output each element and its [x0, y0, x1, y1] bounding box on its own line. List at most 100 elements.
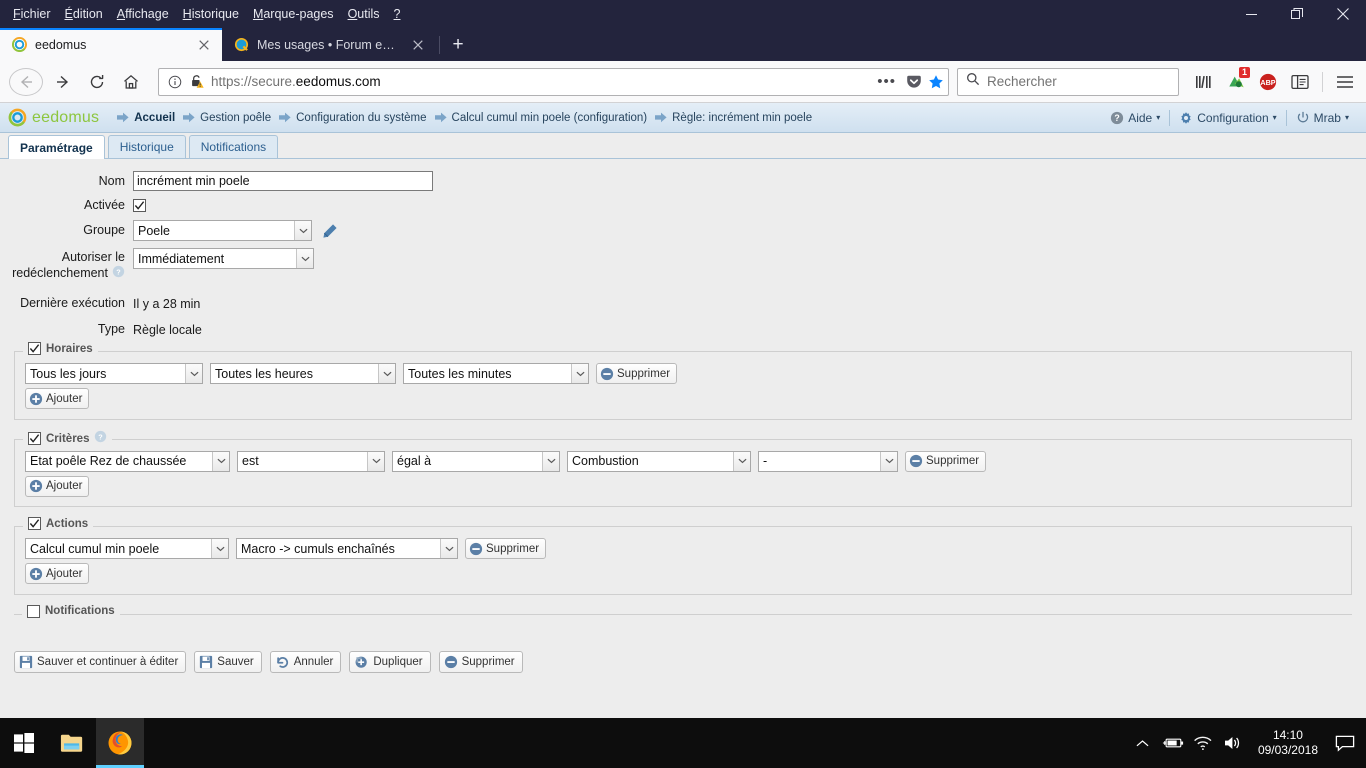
- actions-add-button[interactable]: Ajouter: [25, 563, 90, 584]
- menu-historique[interactable]: Historique: [176, 4, 246, 24]
- user-menu[interactable]: Mrab ▾: [1287, 111, 1358, 125]
- configuration-menu-label: Configuration: [1197, 110, 1269, 125]
- groupe-select[interactable]: Poele: [133, 220, 312, 241]
- menu-outils[interactable]: Outils: [341, 4, 387, 24]
- lock-warning-icon[interactable]: [189, 74, 205, 90]
- horaires-minutes-select[interactable]: Toutes les minutes: [403, 363, 589, 384]
- actions-command-select[interactable]: Macro -> cumuls enchaînés: [236, 538, 458, 559]
- star-icon-filled[interactable]: [928, 74, 944, 90]
- menu-marque-pages[interactable]: Marque-pages: [246, 4, 341, 24]
- nom-input[interactable]: [133, 171, 433, 191]
- tab-strip: eedomus Mes usages • Forum eedomus +: [0, 28, 1366, 61]
- new-tab-button[interactable]: +: [443, 29, 473, 59]
- criteres-value-select[interactable]: Combustion: [567, 450, 751, 472]
- breadcrumb-item-regle[interactable]: Règle: incrément min poele: [655, 112, 812, 124]
- actions-checkbox[interactable]: [28, 517, 41, 530]
- battery-icon[interactable]: [1158, 718, 1188, 768]
- chevron-down-icon: [296, 249, 313, 268]
- actions-target-select[interactable]: Calcul cumul min poele: [25, 538, 229, 559]
- redeclenchement-select[interactable]: Immédiatement: [133, 248, 314, 269]
- criteres-checkbox[interactable]: [28, 432, 41, 445]
- duplicate-button[interactable]: Dupliquer: [349, 650, 431, 673]
- close-icon[interactable]: [409, 36, 426, 53]
- tab-notifications[interactable]: Notifications: [188, 135, 279, 158]
- actions-delete-button[interactable]: Supprimer: [465, 538, 547, 559]
- search-input[interactable]: Rechercher: [987, 74, 1057, 89]
- menu-affichage[interactable]: Affichage: [110, 4, 176, 24]
- criteres-device-select[interactable]: Etat poêle Rez de chaussée: [25, 450, 230, 472]
- save-and-continue-label: Sauver et continuer à éditer: [37, 655, 179, 668]
- browser-tab-title: eedomus: [35, 37, 87, 52]
- pencil-icon[interactable]: [322, 223, 338, 239]
- cancel-button[interactable]: Annuler: [269, 650, 342, 673]
- chevron-down-icon: [733, 451, 750, 471]
- pocket-icon[interactable]: [906, 74, 922, 90]
- help-bubble-icon[interactable]: ?: [94, 430, 107, 448]
- library-icon[interactable]: [1189, 67, 1219, 97]
- section-actions-title: Actions: [46, 517, 89, 530]
- breadcrumb-item-calcul-cumul[interactable]: Calcul cumul min poele (configuration): [434, 112, 647, 124]
- volume-icon[interactable]: [1218, 718, 1248, 768]
- rule-form: Nom Activée Groupe Poele: [0, 159, 1366, 673]
- file-explorer-icon[interactable]: [48, 718, 96, 768]
- close-icon[interactable]: [195, 36, 212, 53]
- firefox-icon[interactable]: [96, 718, 144, 768]
- menu-edition[interactable]: Édition: [58, 4, 110, 24]
- search-bar[interactable]: Rechercher: [957, 67, 1179, 96]
- plus-circle-icon: [29, 567, 43, 580]
- extension-icon[interactable]: 1: [1221, 66, 1251, 97]
- save-button[interactable]: Sauver: [194, 650, 262, 673]
- breadcrumb-item-accueil[interactable]: Accueil: [117, 112, 175, 124]
- horaires-delete-button[interactable]: Supprimer: [596, 363, 678, 384]
- tab-parametrage[interactable]: Paramétrage: [8, 135, 105, 159]
- arrow-right-icon: [183, 112, 195, 123]
- tab-historique[interactable]: Historique: [107, 135, 186, 158]
- criteres-verb-select[interactable]: est: [237, 450, 385, 472]
- criteres-extra-select[interactable]: -: [758, 450, 898, 472]
- criteres-delete-button[interactable]: Supprimer: [905, 450, 987, 472]
- page-info-icon[interactable]: [167, 74, 183, 90]
- back-arrow-icon[interactable]: [9, 67, 43, 96]
- chevron-down-icon: ▾: [1156, 112, 1161, 122]
- sidebar-icon[interactable]: [1285, 67, 1315, 97]
- taskbar-clock[interactable]: 14:10 09/03/2018: [1248, 728, 1328, 758]
- notification-icon[interactable]: [1328, 718, 1362, 768]
- wifi-icon[interactable]: [1188, 718, 1218, 768]
- browser-tab-forum[interactable]: Mes usages • Forum eedomus: [222, 28, 436, 61]
- url-bar[interactable]: https://secure.eedomus.com •••: [158, 67, 949, 96]
- close-icon[interactable]: [1320, 0, 1366, 28]
- menu-aide[interactable]: ?: [387, 4, 408, 24]
- browser-navbar: https://secure.eedomus.com ••• Recherche…: [0, 61, 1366, 103]
- adblock-plus-icon[interactable]: ABP: [1253, 67, 1283, 97]
- windows-start-icon[interactable]: [0, 718, 48, 768]
- chevron-down-icon: [211, 539, 228, 558]
- eedomus-logo[interactable]: eedomus: [0, 108, 99, 127]
- help-bubble-icon[interactable]: ?: [112, 265, 125, 282]
- minimize-icon[interactable]: [1228, 0, 1274, 28]
- toolbar-divider: [1322, 71, 1323, 92]
- activee-checkbox[interactable]: [133, 199, 146, 212]
- horaires-checkbox[interactable]: [28, 342, 41, 355]
- section-border-top: [15, 526, 1351, 527]
- save-and-continue-button[interactable]: Sauver et continuer à éditer: [14, 650, 187, 673]
- criteres-operator-select[interactable]: égal à: [392, 450, 560, 472]
- menu-fichier[interactable]: Fichier: [6, 4, 58, 24]
- show-hidden-icons-chevron[interactable]: [1128, 718, 1158, 768]
- ellipsis-icon[interactable]: •••: [873, 73, 900, 90]
- restore-icon[interactable]: [1274, 0, 1320, 28]
- horaires-heures-select[interactable]: Toutes les heures: [210, 363, 396, 384]
- hamburger-menu-icon[interactable]: [1330, 67, 1360, 97]
- home-icon[interactable]: [114, 67, 148, 97]
- forward-arrow-icon[interactable]: [46, 67, 80, 97]
- criteres-add-button[interactable]: Ajouter: [25, 475, 90, 497]
- reload-icon[interactable]: [80, 67, 114, 97]
- breadcrumb-item-gestion-poele[interactable]: Gestion poêle: [183, 112, 271, 124]
- notifications-checkbox[interactable]: [27, 604, 40, 618]
- breadcrumb-item-configuration-systeme[interactable]: Configuration du système: [279, 112, 427, 124]
- delete-button[interactable]: Supprimer: [438, 650, 523, 673]
- configuration-menu[interactable]: Configuration ▾: [1170, 111, 1285, 125]
- horaires-jours-select[interactable]: Tous les jours: [25, 363, 203, 384]
- browser-tab-eedomus[interactable]: eedomus: [0, 28, 222, 61]
- help-menu[interactable]: ? Aide ▾: [1101, 111, 1169, 125]
- horaires-add-button[interactable]: Ajouter: [25, 388, 90, 409]
